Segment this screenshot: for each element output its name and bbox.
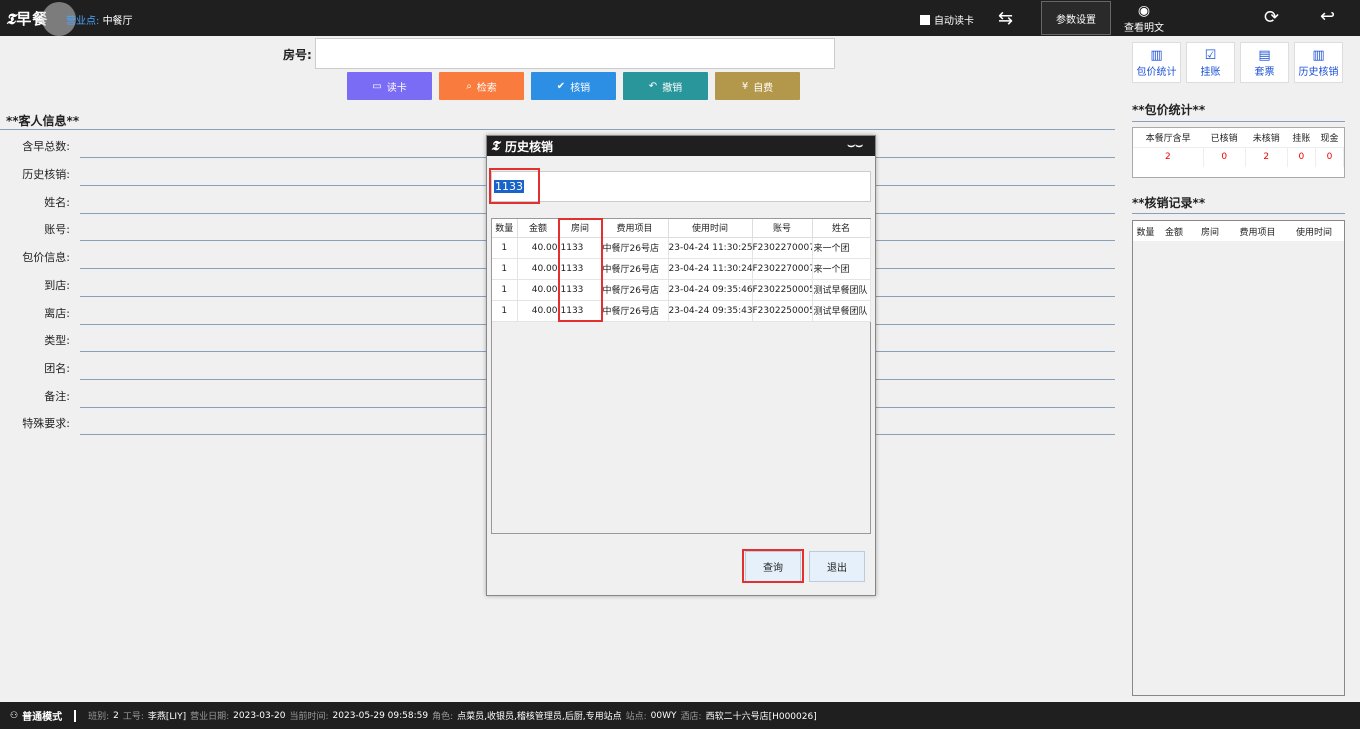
table-row[interactable]: 1 40.00 1133 中餐厅26号店 23-04-24 11:30:24 F…: [492, 258, 871, 280]
table-row[interactable]: 1 40.00 1133 中餐厅26号店 23-04-24 11:30:25 F…: [492, 237, 871, 259]
column-header: 已核销: [1203, 128, 1246, 148]
verify-records-title: **核销记录**: [1132, 196, 1206, 210]
column-header: 房间: [1200, 227, 1219, 238]
hotel-value: 西软二十六号店[H000026]: [705, 712, 817, 722]
column-header: 账号: [752, 219, 813, 238]
stat-value: 0: [1203, 147, 1246, 167]
column-header: 挂账: [1287, 128, 1316, 148]
user-icon: ⚇: [10, 710, 19, 721]
read-card-button[interactable]: ▭ 读卡: [347, 72, 432, 100]
app-logo: 𝕿: [491, 138, 499, 154]
auto-read-label: 自动读卡: [934, 16, 974, 27]
column-header: 费用项目: [1239, 227, 1276, 238]
column-header: 姓名: [812, 219, 871, 238]
dialog-search-input[interactable]: 1133: [491, 171, 871, 202]
table-row[interactable]: 1 40.00 1133 中餐厅26号店 23-04-24 09:35:43 F…: [492, 300, 871, 322]
verify-button[interactable]: ✔ 核销: [531, 72, 616, 100]
status-bar: ⚇ 普通模式 班别: 2 工号: 李燕[LIY] 营业日期: 2023-03-20 当…: [0, 702, 1360, 729]
view-plaintext-button[interactable]: ◉ 查看明文: [1122, 3, 1166, 34]
stat-value: 0: [1287, 147, 1316, 167]
refresh-icon[interactable]: ⟳: [1264, 7, 1279, 28]
view-plaintext-label: 查看明文: [1124, 23, 1164, 34]
room-label: 房号:: [283, 48, 312, 62]
charge-account-button[interactable]: ☑ 挂账: [1186, 42, 1235, 83]
eye-closed-icon[interactable]: ⌣⌣: [847, 138, 863, 153]
yen-icon: ¥: [741, 80, 749, 92]
bar-chart-icon: ▥: [1150, 48, 1163, 63]
column-header: 数量: [1136, 227, 1155, 238]
stat-value: 0: [1315, 147, 1345, 167]
card-icon: ▭: [372, 80, 382, 92]
monitor-check-icon: ☑: [1204, 48, 1217, 63]
verify-records-table[interactable]: 数量 金额 房间 费用项目 使用时间: [1132, 220, 1345, 696]
checkbox-icon: [920, 14, 930, 25]
mode-label: 普通模式: [22, 712, 63, 723]
venue-label: 营业点:: [66, 16, 100, 27]
column-header: 现金: [1315, 128, 1344, 148]
business-date-value: 2023-03-20: [233, 710, 286, 721]
search-icon: ⌕: [466, 80, 472, 92]
table-row[interactable]: 1 40.00 1133 中餐厅26号店 23-04-24 09:35:46 F…: [492, 279, 871, 301]
undo-icon: ↶: [648, 80, 658, 92]
room-input[interactable]: [315, 38, 835, 69]
history-verify-button[interactable]: ▥ 历史核销: [1294, 42, 1343, 83]
column-header: 本餐厅含早: [1133, 128, 1204, 148]
check-icon: ✔: [556, 80, 566, 92]
column-header: 金额: [1164, 227, 1183, 238]
column-header: 使用时间: [1295, 227, 1332, 238]
column-header: 未核销: [1245, 128, 1288, 148]
package-stats-title: **包价统计**: [1132, 103, 1206, 117]
column-header: 金额: [517, 219, 560, 238]
bar-chart-icon: ▥: [1312, 48, 1325, 63]
highlight-box: [742, 549, 804, 583]
undo-button[interactable]: ↶ 撤销: [623, 72, 708, 100]
divider: [1132, 121, 1345, 122]
eye-icon: ◉: [1137, 3, 1151, 19]
history-table[interactable]: 数量 金额 房间 费用项目 使用时间 账号 姓名 1 40.00 1133 中餐…: [491, 218, 871, 534]
swap-icon[interactable]: ⇆: [998, 8, 1013, 29]
site-value: 00WY: [650, 710, 677, 721]
package-stats-table: 本餐厅含早 已核销 未核销 挂账 现金 2 0 2 0 0: [1132, 127, 1345, 178]
top-bar: 𝕿早餐 营业点: 中餐厅 自动读卡 ⇆ 参数设置 ◉ 查看明文 ⟳ ↩: [0, 0, 1360, 36]
staff-value: 李燕[LIY]: [147, 712, 187, 722]
shift-value: 2: [113, 710, 119, 721]
column-header: 数量: [492, 219, 518, 238]
table-header: 数量 金额 房间 费用项目 使用时间: [1133, 221, 1344, 241]
dialog-title-bar: 𝕿 历史核销 ⌣⌣: [487, 136, 875, 156]
highlight-box: [558, 218, 603, 322]
highlight-box: [489, 168, 540, 204]
auto-read-checkbox[interactable]: 自动读卡: [920, 12, 974, 27]
guest-info-title: **客人信息**: [6, 114, 80, 128]
search-button[interactable]: ⌕ 检索: [439, 72, 524, 100]
column-header: 使用时间: [668, 219, 753, 238]
package-stats-button[interactable]: ▥ 包价统计: [1132, 42, 1181, 83]
history-verify-dialog: 𝕿 历史核销 ⌣⌣ 1133 数量 金额 房间 费用项目 使用时间 账号 姓名: [486, 135, 876, 596]
self-pay-button[interactable]: ¥ 自费: [715, 72, 800, 100]
column-header: 费用项目: [601, 219, 669, 238]
right-panel: ▥ 包价统计 ☑ 挂账 ▤ 套票 ▥ 历史核销 **包价统计** 本餐厅含早 已核销 未…: [1120, 36, 1360, 702]
back-icon[interactable]: ↩: [1320, 6, 1335, 27]
venue-value: 中餐厅: [102, 16, 133, 27]
param-settings-button[interactable]: 参数设置: [1041, 1, 1111, 35]
voucher-button[interactable]: ▤ 套票: [1240, 42, 1289, 83]
venue-info: 营业点: 中餐厅: [66, 12, 133, 27]
dialog-title: 历史核销: [504, 139, 553, 154]
table-header: 数量 金额 房间 费用项目 使用时间 账号 姓名: [492, 219, 871, 238]
current-time-value: 2023-05-29 09:58:59: [332, 710, 429, 721]
ticket-icon: ▤: [1258, 48, 1271, 63]
stat-value: 2: [1245, 147, 1288, 167]
stat-value: 2: [1133, 147, 1204, 167]
exit-button[interactable]: 退出: [809, 551, 865, 582]
action-buttons: ▭ 读卡 ⌕ 检索 ✔ 核销 ↶ 撤销 ¥ 自费: [347, 72, 800, 100]
divider: [1132, 213, 1345, 214]
role-value: 点菜员,收银员,稽核管理员,后厨,专用站点: [457, 712, 622, 722]
